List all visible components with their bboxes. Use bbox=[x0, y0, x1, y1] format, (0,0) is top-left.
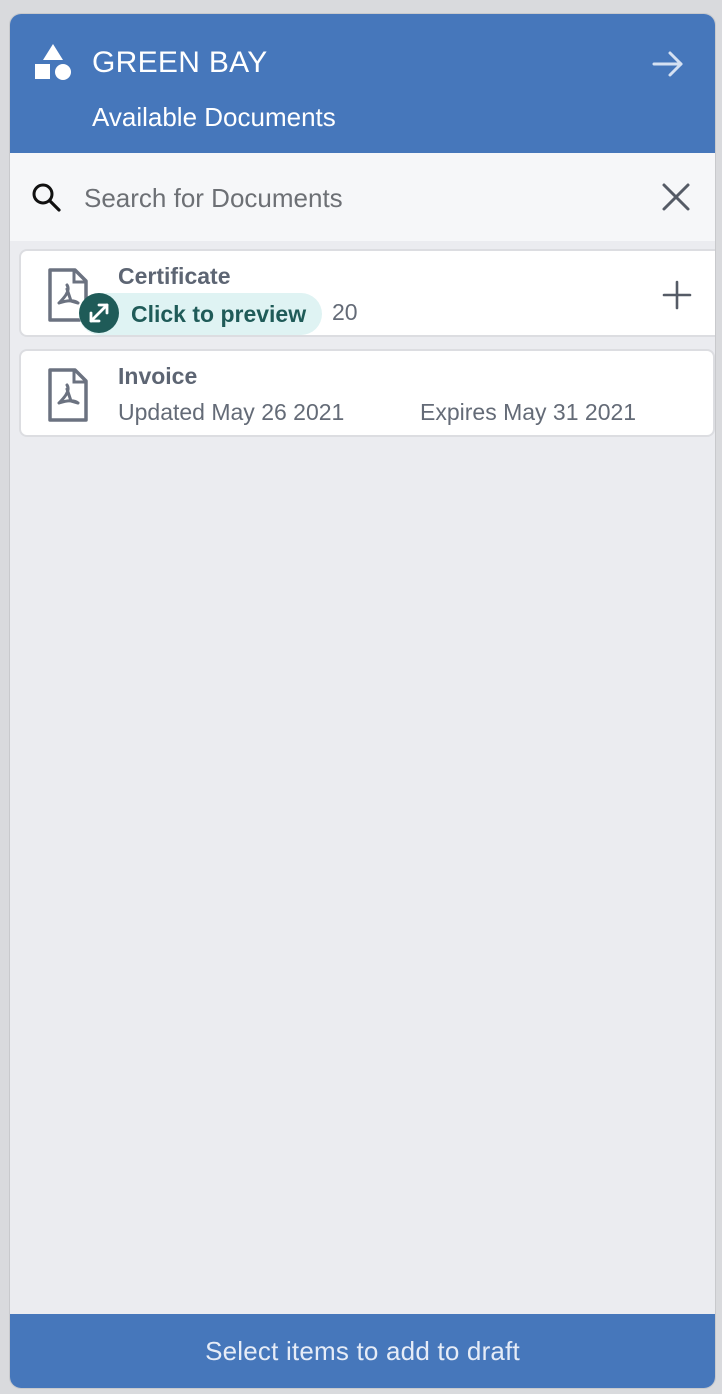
plus-icon[interactable] bbox=[661, 279, 693, 311]
location-title: GREEN BAY bbox=[92, 46, 268, 79]
footer-status: Select items to add to draft bbox=[10, 1314, 715, 1388]
shapes-logo-icon bbox=[35, 44, 71, 80]
document-item-certificate[interactable]: Certificate 20 Click to preview bbox=[19, 249, 715, 337]
document-expires: Expires May 31 2021 bbox=[420, 399, 637, 425]
expand-icon bbox=[79, 293, 119, 333]
panel-header: GREEN BAY Available Documents bbox=[10, 14, 715, 153]
document-updated: Updated May 26 2021 bbox=[118, 399, 345, 425]
panel-subtitle: Available Documents bbox=[92, 102, 336, 132]
document-item-invoice[interactable]: Invoice Updated May 26 2021 Expires May … bbox=[19, 349, 715, 437]
click-to-preview-button[interactable]: Click to preview bbox=[79, 293, 323, 335]
search-icon bbox=[32, 183, 61, 212]
search-input[interactable] bbox=[82, 175, 646, 221]
preview-label: Click to preview bbox=[131, 300, 307, 327]
close-icon[interactable] bbox=[658, 179, 694, 215]
documents-panel: GREEN BAY Available Documents Certificat… bbox=[9, 13, 716, 1389]
document-title: Invoice bbox=[118, 363, 198, 389]
pdf-file-icon bbox=[48, 368, 88, 422]
document-updated: 20 bbox=[332, 299, 358, 325]
document-title: Certificate bbox=[118, 263, 231, 289]
search-bar bbox=[10, 153, 715, 241]
arrow-right-icon[interactable] bbox=[648, 44, 688, 84]
